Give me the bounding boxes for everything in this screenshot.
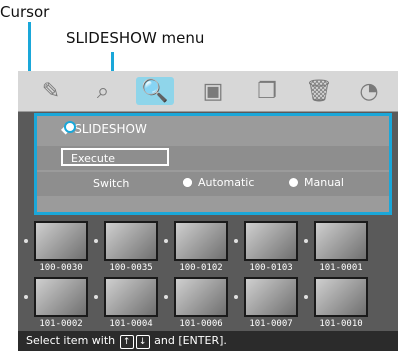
camera-screen: ✎ ⌕ 🔍 ▣ ❐ 🗑 ◔ ◆SLIDESHOW Execute Switch … [18, 71, 398, 351]
thumbnail-image[interactable] [244, 277, 298, 317]
thumbnail-label: 101-0004 [109, 319, 153, 329]
slideshow-menu-annotation: SLIDESHOW menu [66, 29, 205, 47]
thumbnail-label: 101-0010 [319, 319, 363, 329]
magnifier-icon[interactable]: ⌕ [84, 77, 122, 105]
thumbnail-image[interactable] [34, 277, 88, 317]
marker-icon [304, 239, 308, 243]
thumbnail-image[interactable] [314, 221, 368, 261]
marker-icon [24, 295, 28, 299]
marker-icon [24, 239, 28, 243]
marker-icon [234, 239, 238, 243]
marker-icon [234, 295, 238, 299]
thumbnail-label: 101-0007 [249, 319, 293, 329]
trash-icon[interactable]: 🗑 [300, 77, 338, 105]
thumbnail-label: 100-0035 [109, 263, 153, 273]
arrow-up-icon: ↑ [119, 335, 134, 349]
radio-automatic[interactable]: Automatic [183, 176, 254, 189]
menu-title-text: SLIDESHOW [74, 122, 147, 136]
thumbnail-label: 100-0030 [39, 263, 83, 273]
radio-manual[interactable]: Manual [289, 176, 344, 189]
pen-icon[interactable]: ✎ [32, 77, 70, 105]
thumbnail-image[interactable] [174, 277, 228, 317]
marker-icon [94, 239, 98, 243]
zoom-icon[interactable]: 🔍 [136, 77, 174, 105]
briefcase-icon[interactable]: ▣ [194, 77, 232, 105]
slideshow-menu: ◆SLIDESHOW Execute Switch Automatic Manu… [34, 113, 392, 215]
thumbnail-label: 101-0001 [319, 263, 363, 273]
view-icon[interactable]: ◔ [350, 77, 388, 105]
status-suffix: and [ENTER]. [154, 334, 227, 347]
execute-button[interactable]: Execute [61, 148, 169, 166]
marker-icon [304, 295, 308, 299]
radio-manual-dot-icon [289, 178, 298, 187]
thumbnail-image[interactable] [104, 277, 158, 317]
marker-icon [164, 295, 168, 299]
thumbnail-label: 101-0006 [179, 319, 223, 329]
cursor-annotation: Cursor [0, 3, 50, 21]
thumbnail-label: 100-0102 [179, 263, 223, 273]
status-prefix: Select item with [26, 334, 119, 347]
thumbnail-label: 101-0002 [39, 319, 83, 329]
menu-row-switch: Switch Automatic Manual [37, 172, 389, 196]
thumbnail-label: 100-0103 [249, 263, 293, 273]
radio-manual-label: Manual [304, 176, 344, 189]
thumbnail-image[interactable] [314, 277, 368, 317]
thumbnail-image[interactable] [244, 221, 298, 261]
copy-icon[interactable]: ❐ [248, 77, 286, 105]
status-bar: Select item with ↑ ↓ and [ENTER]. [18, 331, 398, 351]
menu-row-execute: Execute [37, 146, 389, 170]
toolbar: ✎ ⌕ 🔍 ▣ ❐ 🗑 ◔ [18, 71, 398, 112]
marker-icon [164, 239, 168, 243]
arrow-down-icon: ↓ [135, 335, 150, 349]
thumbnail-image[interactable] [174, 221, 228, 261]
cursor-indicator [64, 121, 76, 133]
thumbnail-grid: 100-0030 100-0035 100-0102 100-0103 101-… [18, 215, 398, 331]
switch-label: Switch [93, 177, 130, 190]
thumbnail-image[interactable] [104, 221, 158, 261]
radio-automatic-label: Automatic [198, 176, 255, 189]
menu-title: ◆SLIDESHOW [61, 122, 398, 146]
marker-icon [94, 295, 98, 299]
radio-automatic-dot-icon [183, 178, 192, 187]
thumbnail-image[interactable] [34, 221, 88, 261]
